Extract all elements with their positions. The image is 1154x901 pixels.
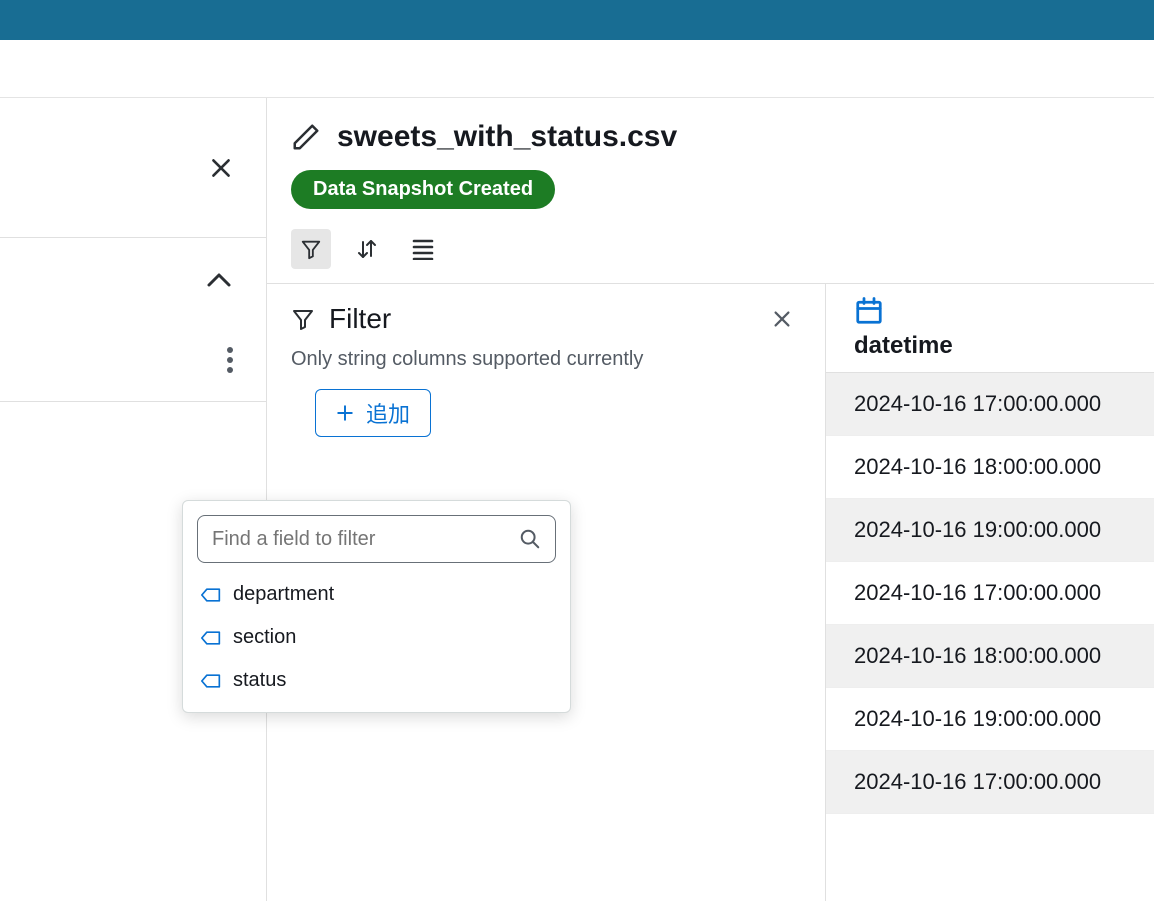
close-filter-button[interactable]: [763, 300, 801, 338]
table-row[interactable]: 2024-10-16 17:00:00.000: [826, 373, 1154, 436]
content: sweets_with_status.csv Data Snapshot Cre…: [0, 98, 1154, 901]
chevron-up-icon: [204, 270, 234, 290]
header-gap: [0, 40, 1154, 98]
tag-icon: [201, 630, 221, 646]
field-label: department: [233, 583, 334, 606]
rows-icon: [411, 238, 435, 260]
search-box[interactable]: [197, 515, 556, 563]
collapse-button[interactable]: [196, 262, 242, 298]
title-row: sweets_with_status.csv: [267, 98, 1154, 162]
status-badge: Data Snapshot Created: [291, 170, 555, 209]
filter-icon: [291, 307, 315, 331]
filter-title-wrap: Filter: [291, 303, 391, 335]
data-pane: datetime 2024-10-16 17:00:00.000 2024-10…: [826, 284, 1154, 901]
close-icon: [208, 155, 234, 181]
table-row[interactable]: 2024-10-16 17:00:00.000: [826, 751, 1154, 814]
add-filter-button[interactable]: 追加: [315, 389, 431, 437]
field-dropdown: department section status: [182, 500, 571, 713]
toolbar: [267, 209, 1154, 284]
close-panel-button[interactable]: [200, 147, 242, 189]
left-row-1: [0, 98, 266, 238]
filter-header: Filter: [291, 300, 801, 338]
rows-tool-button[interactable]: [403, 229, 443, 269]
field-label: section: [233, 626, 296, 649]
filter-title: Filter: [329, 303, 391, 335]
add-filter-label: 追加: [366, 397, 410, 429]
tag-icon: [201, 673, 221, 689]
sort-icon: [355, 237, 379, 261]
filter-tool-button[interactable]: [291, 229, 331, 269]
column-name: datetime: [854, 332, 953, 360]
search-wrap: [183, 515, 570, 573]
field-label: status: [233, 669, 286, 692]
calendar-icon: [854, 296, 884, 326]
tag-icon: [201, 587, 221, 603]
more-vertical-icon: [226, 346, 234, 374]
sort-tool-button[interactable]: [347, 229, 387, 269]
top-bar: [0, 0, 1154, 40]
search-icon: [519, 528, 541, 550]
left-row-2: [0, 238, 266, 402]
table-row[interactable]: 2024-10-16 18:00:00.000: [826, 436, 1154, 499]
table-row[interactable]: 2024-10-16 19:00:00.000: [826, 688, 1154, 751]
filter-description: Only string columns supported currently: [291, 348, 801, 371]
table-row[interactable]: 2024-10-16 17:00:00.000: [826, 562, 1154, 625]
file-name: sweets_with_status.csv: [337, 120, 677, 154]
field-option-status[interactable]: status: [183, 659, 570, 702]
more-button[interactable]: [218, 338, 242, 382]
filter-icon: [300, 238, 322, 260]
table-row[interactable]: 2024-10-16 19:00:00.000: [826, 499, 1154, 562]
column-header[interactable]: datetime: [826, 284, 1154, 373]
close-icon: [771, 308, 793, 330]
badge-row: Data Snapshot Created: [267, 162, 1154, 209]
table-row[interactable]: 2024-10-16 18:00:00.000: [826, 625, 1154, 688]
plus-icon: [336, 404, 354, 422]
pencil-icon[interactable]: [291, 122, 321, 152]
search-input[interactable]: [212, 528, 519, 551]
field-option-department[interactable]: department: [183, 573, 570, 616]
field-option-section[interactable]: section: [183, 616, 570, 659]
